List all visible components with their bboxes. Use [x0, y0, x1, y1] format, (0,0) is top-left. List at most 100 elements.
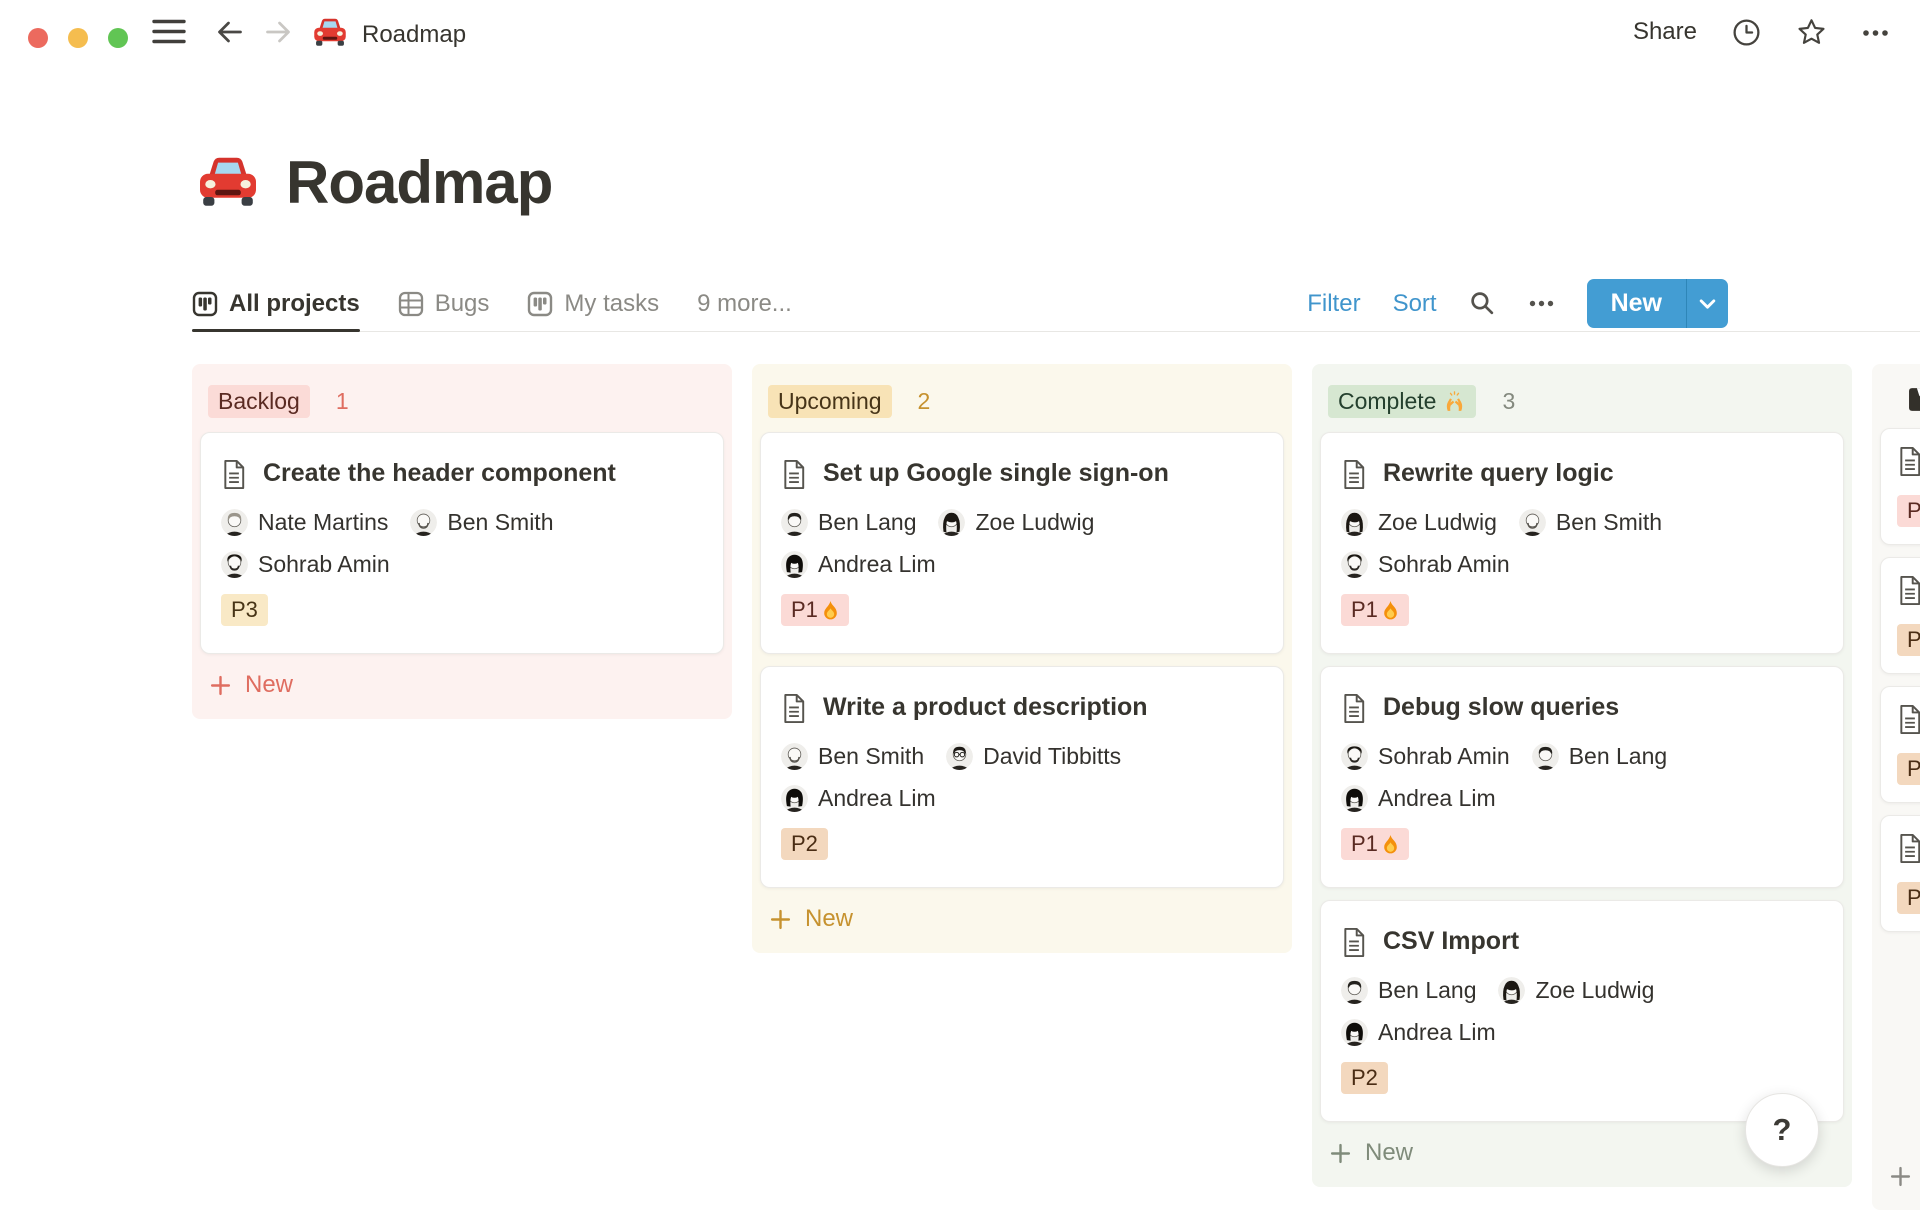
- board-card[interactable]: P2: [1880, 686, 1920, 803]
- filter-button[interactable]: Filter: [1307, 290, 1360, 318]
- card-title: Write a product description: [823, 693, 1148, 721]
- column-header: [1872, 364, 1920, 428]
- board-card[interactable]: Debug slow queries Sohrab Amin Ben Lang …: [1320, 666, 1844, 888]
- clock-icon[interactable]: [1731, 17, 1762, 48]
- card-title: CSV Import: [1383, 927, 1520, 955]
- share-button[interactable]: Share: [1633, 18, 1697, 46]
- plus-icon: [1889, 1165, 1912, 1188]
- assignee: Nate Martins: [221, 509, 388, 536]
- tab-all-projects[interactable]: All projects: [192, 276, 360, 332]
- more-icon[interactable]: [1528, 290, 1555, 317]
- avatar: [221, 509, 248, 536]
- tab-bugs[interactable]: Bugs: [398, 276, 489, 331]
- avatar: [781, 785, 808, 812]
- tag-label: P3: [231, 597, 258, 622]
- plus-icon: [1329, 1142, 1352, 1165]
- assignee: Sohrab Amin: [1341, 743, 1510, 770]
- assignee: Andrea Lim: [781, 551, 936, 578]
- star-icon[interactable]: [1796, 17, 1827, 48]
- card-title-row: Rewrite query logic: [1341, 458, 1823, 490]
- priority-tag: P3: [221, 594, 268, 626]
- minimize-button[interactable]: [68, 28, 88, 48]
- column-status-badge[interactable]: Backlog: [208, 385, 310, 418]
- help-button[interactable]: ?: [1745, 1093, 1819, 1167]
- assignee: Zoe Ludwig: [1498, 977, 1654, 1004]
- plus-icon: [209, 674, 232, 697]
- tag-row: P2: [1341, 1062, 1823, 1094]
- assignee: Sohrab Amin: [221, 551, 390, 578]
- assignee-list: Nate Martins Ben Smith Sohrab Amin: [221, 509, 703, 578]
- board-view-icon: [192, 291, 218, 317]
- assignee-name: Ben Lang: [818, 509, 917, 535]
- avatar: [946, 743, 974, 770]
- sort-button[interactable]: Sort: [1393, 290, 1437, 318]
- forward-arrow-icon[interactable]: [263, 18, 293, 46]
- avatar: [221, 551, 248, 578]
- assignee: Zoe Ludwig: [938, 509, 1094, 536]
- board-card[interactable]: Create the header component Nate Martins…: [200, 432, 724, 654]
- assignee: Sohrab Amin: [1341, 551, 1510, 578]
- column-backlog: Backlog 1 Create the header component Nat…: [192, 364, 732, 719]
- assignee-list: Ben Lang Zoe Ludwig Andrea Lim: [1341, 977, 1823, 1046]
- tab-label: All projects: [229, 289, 360, 317]
- assignee-row: Sohrab Amin Ben Lang: [1341, 743, 1823, 770]
- column-count: 3: [1502, 388, 1516, 414]
- tag-row: P2: [1897, 753, 1920, 785]
- column-cards: Rewrite query logic Zoe Ludwig Ben Smith…: [1312, 432, 1852, 1122]
- card-title-row: Set up Google single sign-on: [781, 458, 1263, 490]
- priority-tag: P1: [1341, 828, 1409, 860]
- assignee-name: Nate Martins: [258, 509, 389, 535]
- more-icon[interactable]: [1861, 19, 1890, 46]
- tag-label: P2: [1907, 756, 1920, 781]
- car-icon: [312, 16, 348, 54]
- board-card[interactable]: P1: [1880, 428, 1920, 545]
- page-icon: [1341, 927, 1367, 958]
- column-header: Upcoming 2: [752, 364, 1292, 432]
- board-card[interactable]: Write a product description Ben Smith Da…: [760, 666, 1284, 888]
- column-name: Complete: [1338, 388, 1437, 414]
- add-card-button[interactable]: New: [752, 888, 1292, 941]
- page-icon: [1341, 459, 1367, 490]
- breadcrumb[interactable]: Roadmap: [312, 16, 466, 54]
- assignee: Andrea Lim: [1341, 785, 1496, 812]
- zoom-button[interactable]: [108, 28, 128, 48]
- add-card-label: New: [1365, 1139, 1414, 1166]
- assignee-row: Nate Martins Ben Smith: [221, 509, 703, 536]
- back-arrow-icon[interactable]: [215, 18, 245, 46]
- column-cards: Set up Google single sign-on Ben Lang Zo…: [752, 432, 1292, 888]
- raised-hands-icon: [1440, 391, 1466, 412]
- page-icon: [781, 693, 807, 724]
- menu-icon[interactable]: [152, 18, 186, 45]
- priority-tag: P1: [781, 594, 849, 626]
- close-button[interactable]: [28, 28, 48, 48]
- board-card[interactable]: P2: [1880, 557, 1920, 674]
- add-card-button[interactable]: New: [192, 654, 732, 707]
- priority-tag: P1: [1341, 594, 1409, 626]
- assignee-name: Ben Lang: [1378, 977, 1477, 1003]
- tab-my-tasks[interactable]: My tasks: [527, 276, 659, 331]
- priority-tag: P1: [1897, 495, 1920, 527]
- board-card[interactable]: CSV Import Ben Lang Zoe Ludwig Andrea Li…: [1320, 900, 1844, 1122]
- chevron-down-icon[interactable]: [1686, 279, 1728, 328]
- column-header: Backlog 1: [192, 364, 732, 432]
- tag-label: P2: [1351, 1065, 1378, 1090]
- inbox-icon: [1908, 385, 1920, 414]
- column-cards: Create the header component Nate Martins…: [192, 432, 732, 654]
- assignee-name: Sohrab Amin: [1378, 743, 1510, 769]
- board-card[interactable]: P2: [1880, 815, 1920, 932]
- tab-9-more-[interactable]: 9 more...: [697, 276, 792, 331]
- new-button[interactable]: New: [1587, 279, 1686, 328]
- window-titlebar: Roadmap Share: [0, 0, 1920, 64]
- assignee-name: Ben Smith: [1555, 509, 1663, 535]
- page-title: Roadmap: [286, 149, 553, 216]
- assignee-name: Sohrab Amin: [1378, 551, 1510, 577]
- board-card[interactable]: Rewrite query logic Zoe Ludwig Ben Smith…: [1320, 432, 1844, 654]
- column-status-badge[interactable]: Complete: [1328, 385, 1477, 418]
- page-icon: [781, 459, 807, 490]
- board-view-icon: [527, 291, 553, 317]
- add-card-button[interactable]: New: [1872, 1145, 1920, 1198]
- column-status-badge[interactable]: Upcoming: [768, 385, 892, 418]
- assignee-row: Ben Smith David Tibbitts: [781, 743, 1263, 770]
- search-icon[interactable]: [1469, 290, 1496, 317]
- board-card[interactable]: Set up Google single sign-on Ben Lang Zo…: [760, 432, 1284, 654]
